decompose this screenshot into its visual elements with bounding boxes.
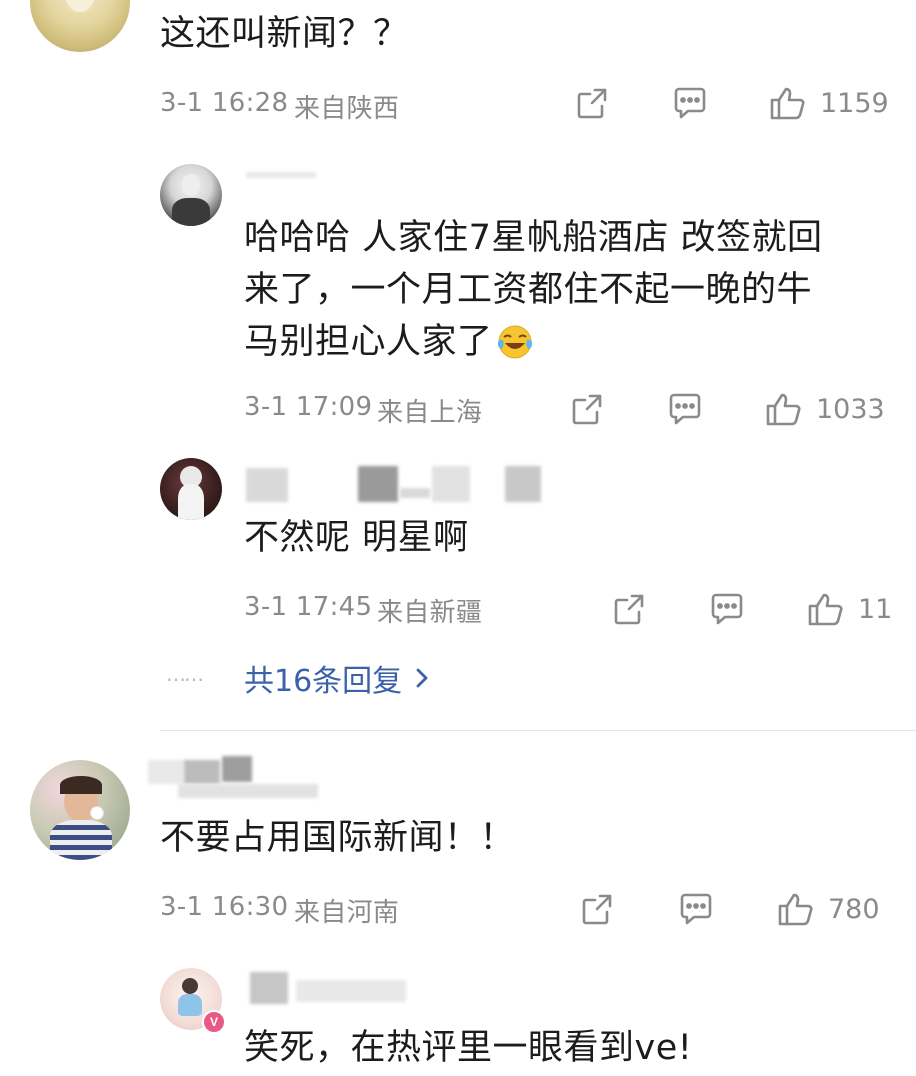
view-more-replies-label: 共16条回复 [244, 664, 403, 699]
comment-icon [711, 593, 743, 625]
thumbs-up-icon [808, 593, 843, 626]
like-count: 780 [828, 893, 880, 925]
divider [160, 730, 916, 731]
reply-text: 哈哈哈 人家住7星帆船酒店 改签就回 来了，一个月工资都住不起一晚的牛 马别担心… [244, 212, 823, 368]
thumbs-up-icon [770, 87, 805, 120]
reply-text-line: 来了，一个月工资都住不起一晚的牛 [244, 270, 813, 310]
comment-icon [674, 87, 706, 119]
avatar[interactable] [160, 164, 222, 226]
comment-icon [680, 893, 712, 925]
reply-text-line: 马别担心人家了 [244, 322, 493, 362]
reply-location: 来自新疆 [377, 598, 483, 628]
chevron-right-icon [416, 668, 428, 688]
comment-button[interactable] [707, 590, 747, 628]
avatar[interactable] [160, 458, 222, 520]
avatar[interactable] [30, 0, 130, 52]
like-count: 1159 [820, 87, 889, 119]
comment-button[interactable] [665, 390, 705, 428]
verified-badge-label: V [209, 1015, 218, 1029]
share-button[interactable] [568, 390, 606, 428]
comment-button[interactable] [676, 890, 716, 928]
verified-badge: V [202, 1010, 226, 1034]
like-button[interactable]: 780 [776, 890, 880, 928]
reply-location: 来自上海 [377, 398, 483, 428]
comment-icon [669, 393, 701, 425]
comment-location: 来自陕西 [294, 94, 400, 124]
share-button[interactable] [610, 590, 648, 628]
avatar[interactable] [30, 760, 130, 860]
laugh-cry-emoji [497, 325, 532, 359]
thumbs-up-icon [766, 393, 801, 426]
username-redacted [246, 172, 316, 178]
share-button[interactable] [578, 890, 616, 928]
share-icon [582, 894, 612, 925]
like-count: 1033 [816, 393, 885, 425]
avatar[interactable]: V [160, 968, 226, 1034]
share-icon [614, 594, 644, 625]
comment-button[interactable] [670, 84, 710, 122]
like-count: 11 [858, 593, 893, 625]
reply-text: 不然呢 明星啊 [244, 518, 469, 558]
like-button[interactable]: 1159 [768, 84, 889, 122]
reply-text-line: 哈哈哈 人家住7星帆船酒店 改签就回 [244, 218, 823, 258]
view-more-replies[interactable]: 共16条回复 [244, 656, 432, 700]
share-icon [577, 88, 607, 119]
more-dots: …… [166, 662, 204, 686]
comment-location: 来自河南 [294, 898, 400, 928]
share-icon [572, 394, 602, 425]
like-button[interactable]: 1033 [764, 390, 885, 428]
thumbs-up-icon [778, 893, 813, 926]
like-button[interactable]: 11 [806, 590, 892, 628]
comment-text: 这还叫新闻？？ [160, 14, 409, 54]
comment-time: 3-1 16:30 [160, 892, 289, 922]
reply-time: 3-1 17:09 [244, 392, 373, 422]
comment-time: 3-1 16:28 [160, 88, 289, 118]
reply-text: 笑死，在热评里一眼看到ve! [244, 1028, 693, 1068]
comment-text: 不要占用国际新闻！！ [160, 818, 516, 858]
reply-time: 3-1 17:45 [244, 592, 373, 622]
share-button[interactable] [573, 84, 611, 122]
